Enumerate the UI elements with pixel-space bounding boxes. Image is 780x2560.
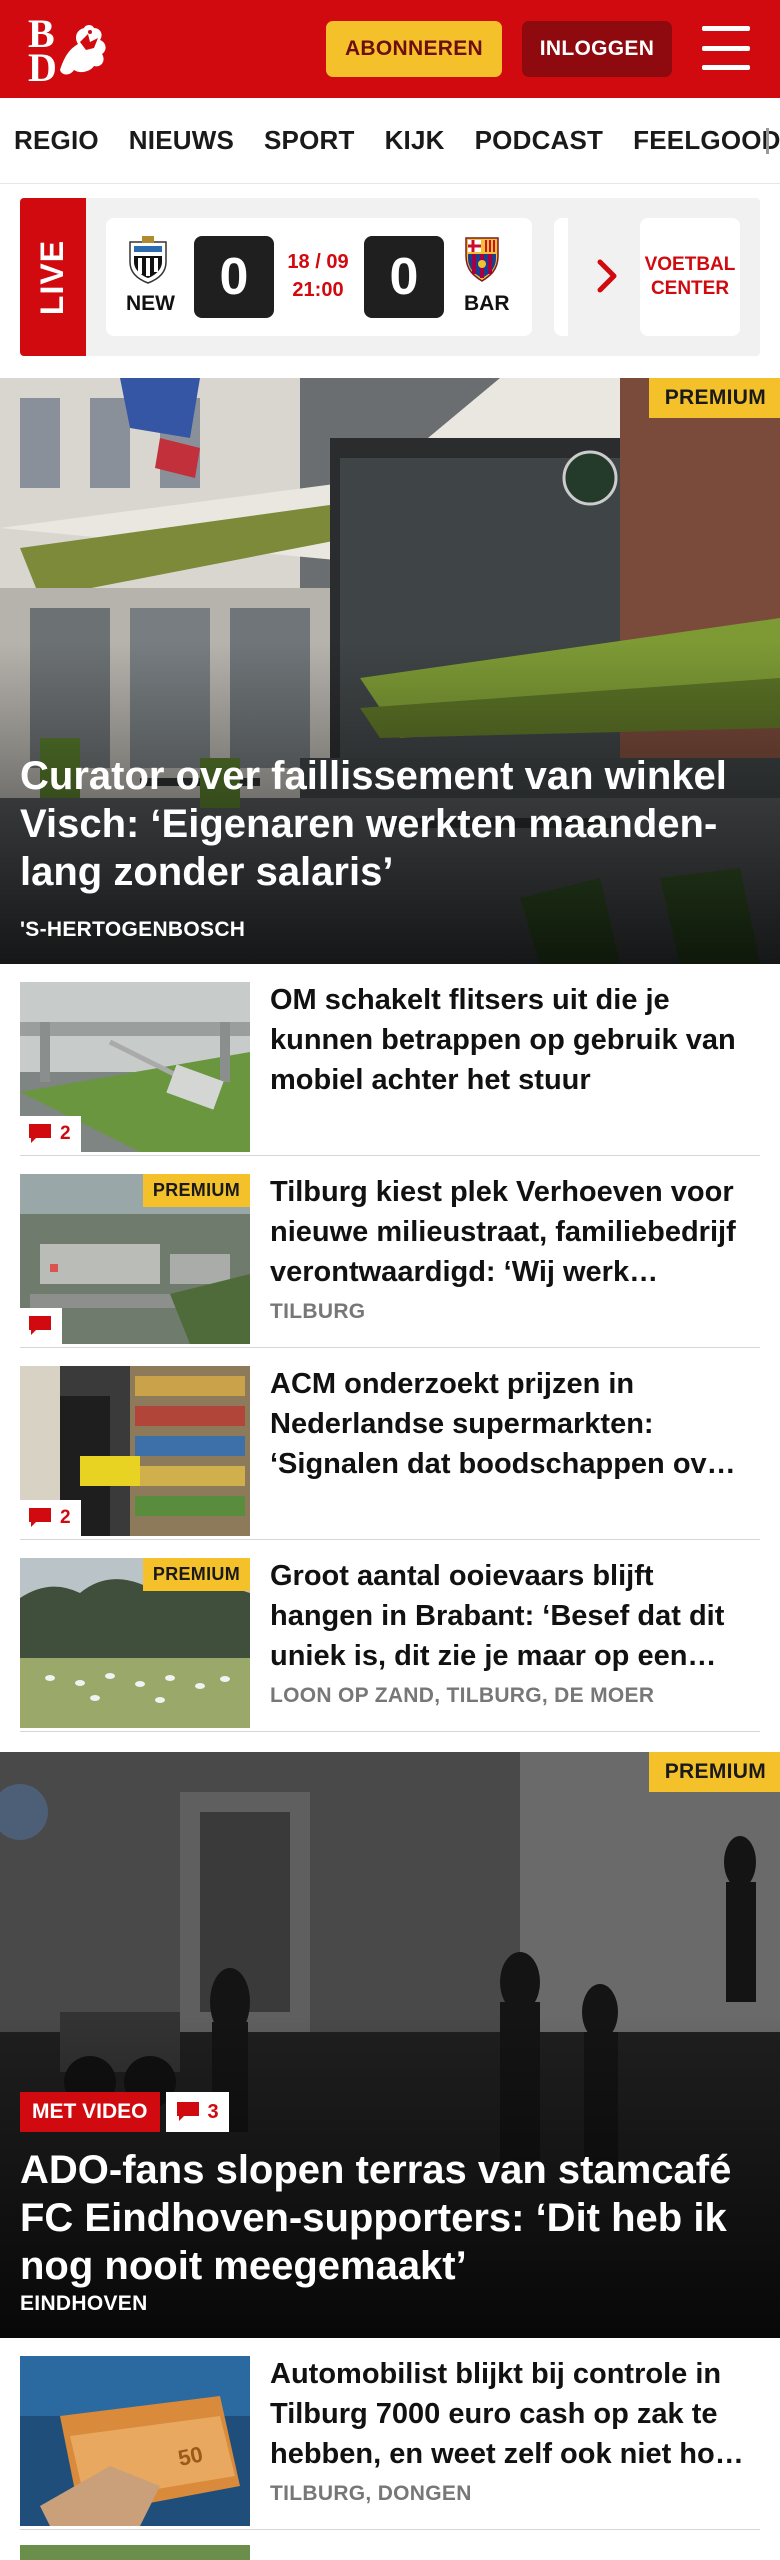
next-match-card-edge[interactable]: [554, 218, 568, 336]
article-thumbnail: PREMIUM: [20, 1558, 250, 1728]
hero-location: EINDHOVEN: [20, 2292, 148, 2315]
premium-badge: PREMIUM: [142, 1558, 250, 1591]
comment-icon: [29, 1124, 51, 1143]
match-time: 21:00: [292, 279, 344, 301]
menu-line: [702, 45, 750, 51]
away-team-name: BAR: [464, 292, 510, 315]
match-date: 18 / 09: [287, 251, 349, 273]
comment-icon: [29, 1316, 51, 1335]
article-thumbnail: PREMIUM: [20, 1174, 250, 1344]
nav-item-kijk[interactable]: KIJK: [385, 125, 445, 156]
list-item[interactable]: PREMIUM Groot aantal ooievaars blijft ha…: [20, 1540, 760, 1732]
nav-item-sport[interactable]: SPORT: [264, 125, 355, 156]
section-nav: REGIO NIEUWS SPORT KIJK PODCAST FEELGOOD: [0, 98, 780, 184]
nav-item-podcast[interactable]: PODCAST: [475, 125, 604, 156]
newcastle-crest-icon: [129, 236, 167, 284]
nav-overflow-divider: [766, 128, 769, 154]
match-card[interactable]: NEW 0 18 / 09 21:00 0 BAR: [106, 218, 532, 336]
cash-photo: 50: [20, 2356, 250, 2526]
hamburger-menu-icon[interactable]: [702, 26, 750, 70]
hero-title[interactable]: ADO-fans slopen terras van stamcafé FC E…: [20, 2146, 760, 2290]
hero-title[interactable]: Curator over faillissement van winkel Vi…: [20, 752, 760, 896]
comment-count-value: 2: [60, 1123, 71, 1144]
article-location: TILBURG, DONGEN: [270, 2482, 472, 2505]
comment-count[interactable]: 2: [20, 1116, 81, 1152]
article-title[interactable]: Tilburg kiest plek Verhoeven voor nieuwe…: [270, 1172, 760, 1292]
menu-line: [702, 26, 750, 31]
nav-item-feelgood[interactable]: FEELGOOD: [633, 125, 780, 156]
barcelona-crest-icon: [465, 237, 499, 282]
live-tag: LIVE: [20, 198, 86, 356]
comment-count-value: 2: [60, 1507, 71, 1528]
premium-badge: PREMIUM: [648, 1752, 780, 1792]
premium-badge: PREMIUM: [648, 378, 780, 418]
hero-location: 'S-HERTOGENBOSCH: [20, 918, 246, 941]
bd-logo[interactable]: B D: [26, 14, 112, 88]
live-label: LIVE: [34, 239, 71, 315]
article-thumbnail: 2: [20, 982, 250, 1152]
chevron-right-icon[interactable]: [594, 256, 620, 296]
comment-count[interactable]: 2: [20, 1500, 81, 1536]
hero-badges: MET VIDEO 3: [20, 2092, 229, 2132]
svg-text:50: 50: [176, 2441, 205, 2471]
list-item[interactable]: 2 OM schakelt flitsers uit die je kunnen…: [20, 964, 760, 1156]
video-badge: MET VIDEO: [20, 2092, 160, 2132]
article-location: LOON OP ZAND, TILBURG, DE MOER: [270, 1684, 655, 1707]
subscribe-button[interactable]: ABONNEREN: [326, 21, 502, 77]
top-bar: B D ABONNEREN INLOGGEN: [0, 0, 780, 98]
list-item[interactable]: 50 Automobilist blijkt bij controle in T…: [20, 2338, 760, 2530]
live-scores-widget: LIVE NEW 0 18 / 09 21:00 0 BAR VOETBAL C…: [20, 198, 760, 356]
match-datetime: 18 / 09 21:00: [278, 248, 358, 304]
article-thumbnail: 50: [20, 2356, 250, 2526]
hero-article-visch[interactable]: PREMIUM Curator over faillissement van w…: [0, 378, 780, 964]
hero-article-ado-fans[interactable]: PREMIUM MET VIDEO 3 ADO-fans slopen terr…: [0, 1752, 780, 2338]
home-team-name: NEW: [126, 292, 175, 315]
article-location: TILBURG: [270, 1300, 366, 1323]
menu-line: [702, 65, 750, 70]
login-button[interactable]: INLOGGEN: [522, 21, 672, 77]
article-title[interactable]: Groot aantal ooievaars blijft hangen in …: [270, 1556, 760, 1676]
home-score: 0: [194, 236, 274, 318]
list-item[interactable]: 2 ACM onderzoekt prijzen in Nederlandse …: [20, 1348, 760, 1540]
next-article-thumbnail-edge: [20, 2545, 250, 2560]
premium-badge: PREMIUM: [142, 1174, 250, 1207]
comment-icon: [29, 1508, 51, 1527]
dragon-icon: [60, 25, 106, 75]
comment-count[interactable]: 3: [165, 2092, 229, 2132]
comment-count-value: 3: [207, 2100, 219, 2123]
nav-item-nieuws[interactable]: NIEUWS: [129, 125, 234, 156]
comment-count[interactable]: [20, 1308, 62, 1344]
article-title[interactable]: ACM onderzoekt prijzen in Nederlandse su…: [270, 1364, 760, 1484]
article-thumbnail: 2: [20, 1366, 250, 1536]
nav-item-regio[interactable]: REGIO: [14, 125, 99, 156]
comment-icon: [176, 2102, 199, 2121]
list-item[interactable]: PREMIUM Tilburg kiest plek Verhoeven voo…: [20, 1156, 760, 1348]
article-title[interactable]: Automobilist blijkt bij controle in Tilb…: [270, 2354, 760, 2474]
article-title[interactable]: OM schakelt flitsers uit die je kunnen b…: [270, 980, 760, 1100]
away-score: 0: [364, 236, 444, 318]
voetbal-center-link[interactable]: VOETBAL CENTER: [640, 218, 740, 336]
